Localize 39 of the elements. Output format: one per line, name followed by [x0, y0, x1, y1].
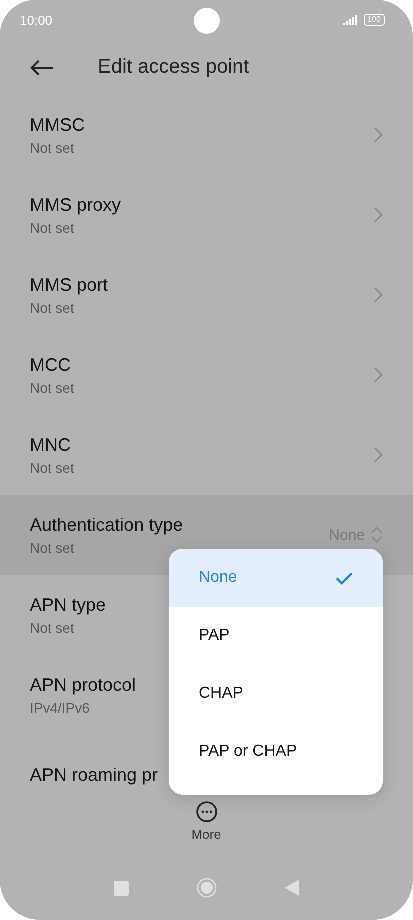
setting-row[interactable]: MMS port Not set — [0, 255, 413, 335]
setting-value: Not set — [30, 540, 76, 556]
back-icon[interactable] — [285, 880, 299, 896]
setting-title: MMSC — [30, 114, 85, 136]
setting-row[interactable]: MNC Not set — [0, 415, 413, 495]
chevron-right-icon — [374, 127, 383, 143]
setting-value: Not set — [30, 140, 76, 156]
updown-chevron-icon — [371, 526, 383, 544]
setting-row[interactable]: MMS proxy Not set — [0, 175, 413, 255]
chevron-right-icon — [374, 287, 383, 303]
chevron-right-icon — [374, 447, 383, 463]
back-arrow-icon[interactable] — [30, 60, 54, 76]
page-title: Edit access point — [98, 56, 250, 79]
setting-title: APN protocol — [30, 674, 136, 696]
setting-title: MMS proxy — [30, 194, 122, 216]
setting-value: Not set — [30, 380, 74, 396]
setting-title: MNC — [30, 434, 72, 456]
setting-title: Authentication type — [30, 514, 184, 536]
more-button[interactable]: More — [192, 801, 222, 842]
camera-cutout — [194, 8, 220, 34]
setting-title: MCC — [30, 354, 72, 376]
setting-value: Not set — [30, 460, 74, 476]
signal-icon — [342, 15, 359, 25]
status-time: 10:00 — [20, 12, 53, 28]
battery-icon: 100 — [364, 14, 385, 26]
chevron-right-icon — [374, 207, 383, 223]
setting-value: Not set — [30, 620, 76, 636]
more-icon — [196, 801, 218, 823]
chevron-right-icon — [374, 367, 383, 383]
setting-row[interactable]: MCC Not set — [0, 335, 413, 415]
setting-value: Not set — [30, 300, 76, 316]
setting-value: Not set — [30, 220, 76, 236]
checkmark-icon — [336, 572, 353, 584]
home-icon[interactable] — [197, 878, 217, 898]
setting-value: IPv4/IPv6 — [30, 700, 91, 716]
recents-icon[interactable] — [114, 880, 129, 896]
setting-title: MMS port — [30, 274, 108, 296]
setting-title: APN type — [30, 594, 106, 616]
setting-row[interactable]: MMSC Not set — [0, 95, 413, 175]
